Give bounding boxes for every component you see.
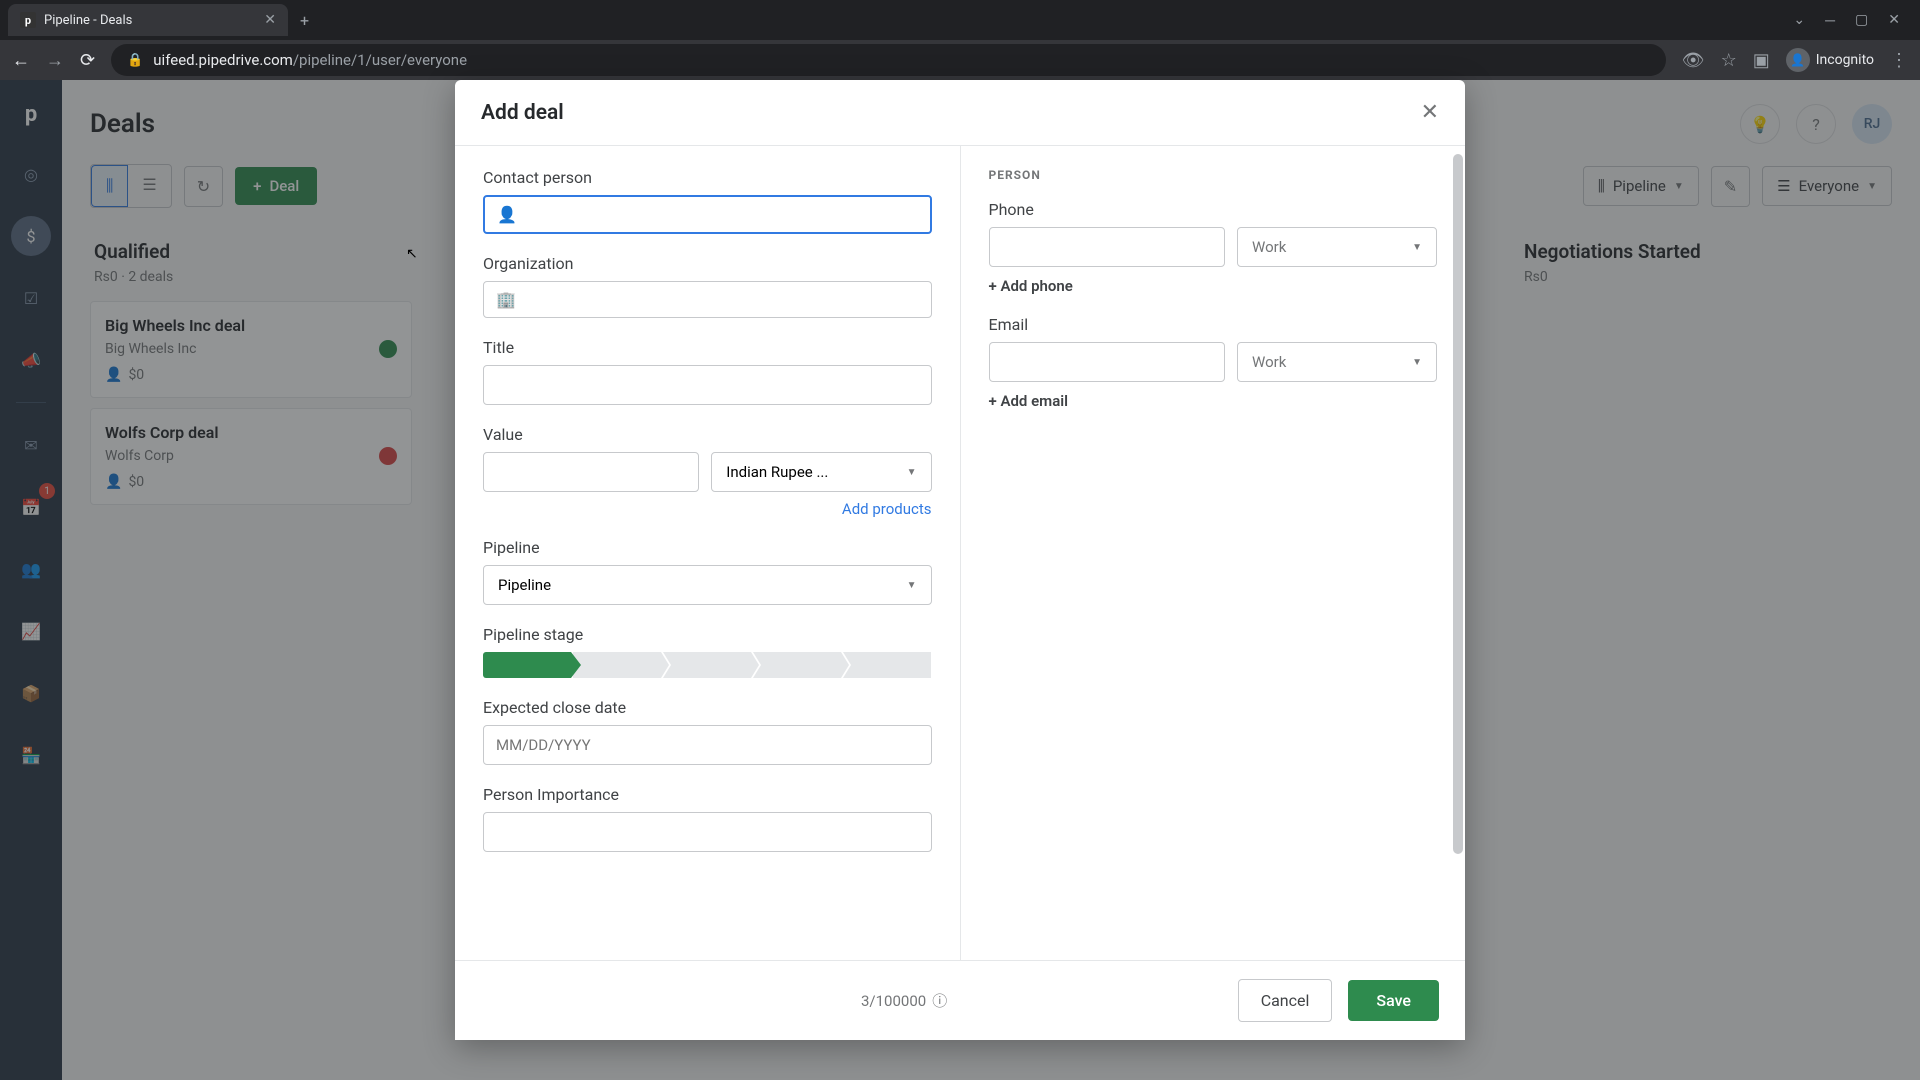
- lock-icon: 🔒: [127, 53, 143, 68]
- form-group-contact: Contact person 👤: [483, 168, 932, 234]
- modal-footer: 3/100000 ⓘ Cancel Save: [455, 960, 1465, 1040]
- email-type-label: Work: [1252, 353, 1286, 371]
- stage-segment-3[interactable]: [663, 652, 751, 678]
- email-input[interactable]: [989, 342, 1226, 382]
- form-group-org: Organization 🏢: [483, 254, 932, 318]
- chevron-down-icon: ▼: [907, 467, 917, 478]
- modal-left-column: Contact person 👤 Organization 🏢 Title: [455, 146, 961, 960]
- menu-icon[interactable]: ⋮: [1890, 50, 1908, 71]
- chevron-down-icon: ▼: [1412, 242, 1422, 253]
- tab-close-icon[interactable]: ✕: [264, 12, 276, 28]
- form-group-phone: Phone Work ▼ + Add phone: [989, 200, 1438, 295]
- contact-person-label: Contact person: [483, 168, 932, 187]
- deal-counter: 3/100000 ⓘ: [861, 990, 947, 1011]
- tab-title: Pipeline - Deals: [44, 13, 132, 28]
- form-group-title: Title: [483, 338, 932, 405]
- close-window-icon[interactable]: ✕: [1888, 12, 1900, 29]
- form-group-value: Value Indian Rupee ... ▼ Add products: [483, 425, 932, 518]
- incognito-label: Incognito: [1816, 52, 1874, 68]
- cancel-button[interactable]: Cancel: [1238, 979, 1333, 1022]
- person-icon: 👤: [497, 205, 517, 224]
- organization-input-wrap[interactable]: 🏢: [483, 281, 932, 318]
- incognito-icon: 👤: [1786, 48, 1810, 72]
- currency-label: Indian Rupee ...: [726, 463, 828, 481]
- extensions-icon[interactable]: ▣: [1753, 50, 1770, 71]
- chevron-down-icon: ▼: [907, 580, 917, 591]
- form-group-importance: Person Importance: [483, 785, 932, 852]
- modal-overlay[interactable]: Add deal ✕ Contact person 👤 Organization…: [0, 80, 1920, 1080]
- modal-scrollbar[interactable]: [1453, 154, 1463, 854]
- contact-person-input-wrap[interactable]: 👤: [483, 195, 932, 234]
- favicon: p: [20, 12, 36, 28]
- person-section-label: PERSON: [989, 168, 1438, 182]
- title-input[interactable]: [483, 365, 932, 405]
- value-row: Indian Rupee ... ▼: [483, 452, 932, 492]
- bookmark-icon[interactable]: ☆: [1721, 50, 1737, 71]
- expected-close-label: Expected close date: [483, 698, 932, 717]
- currency-select[interactable]: Indian Rupee ... ▼: [711, 452, 931, 492]
- modal-close-icon[interactable]: ✕: [1421, 100, 1439, 125]
- back-button[interactable]: ←: [12, 50, 30, 71]
- form-group-close-date: Expected close date: [483, 698, 932, 765]
- building-icon: 🏢: [496, 290, 516, 309]
- person-importance-label: Person Importance: [483, 785, 932, 804]
- title-label: Title: [483, 338, 932, 357]
- add-email-link[interactable]: + Add email: [989, 392, 1438, 410]
- modal-title: Add deal: [481, 101, 564, 125]
- organization-input[interactable]: [524, 291, 919, 309]
- window-controls: ⌄ ─ ▢ ✕: [1793, 12, 1912, 29]
- email-type-select[interactable]: Work ▼: [1237, 342, 1437, 382]
- incognito-badge[interactable]: 👤 Incognito: [1786, 48, 1874, 72]
- nav-right: 👁 ☆ ▣ 👤 Incognito ⋮: [1682, 48, 1908, 72]
- pipeline-stage-bar[interactable]: [483, 652, 932, 678]
- maximize-icon[interactable]: ▢: [1855, 12, 1868, 29]
- eye-icon[interactable]: 👁: [1682, 50, 1705, 71]
- nav-bar: ← → ⟳ 🔒 uifeed.pipedrive.com/pipeline/1/…: [0, 40, 1920, 80]
- add-products-link[interactable]: Add products: [483, 500, 932, 518]
- tab-search-icon[interactable]: ⌄: [1793, 12, 1805, 29]
- stage-segment-4[interactable]: [753, 652, 841, 678]
- close-date-input[interactable]: [483, 725, 932, 765]
- url-host: uifeed.pipedrive.com/pipeline/1/user/eve…: [153, 51, 467, 69]
- pipeline-select[interactable]: Pipeline ▼: [483, 565, 932, 605]
- add-deal-modal: Add deal ✕ Contact person 👤 Organization…: [455, 80, 1465, 1040]
- reload-button[interactable]: ⟳: [80, 50, 95, 71]
- stage-segment-2[interactable]: [573, 652, 661, 678]
- new-tab-button[interactable]: +: [292, 3, 317, 38]
- forward-button[interactable]: →: [46, 50, 64, 71]
- browser-chrome: p Pipeline - Deals ✕ + ⌄ ─ ▢ ✕ ← → ⟳ 🔒 u…: [0, 0, 1920, 80]
- phone-type-select[interactable]: Work ▼: [1237, 227, 1437, 267]
- chevron-down-icon: ▼: [1412, 357, 1422, 368]
- value-label: Value: [483, 425, 932, 444]
- pipeline-stage-label: Pipeline stage: [483, 625, 932, 644]
- browser-tab[interactable]: p Pipeline - Deals ✕: [8, 4, 288, 36]
- form-group-pipeline: Pipeline Pipeline ▼: [483, 538, 932, 605]
- modal-header: Add deal ✕: [455, 80, 1465, 146]
- email-label: Email: [989, 315, 1438, 334]
- save-button[interactable]: Save: [1348, 980, 1439, 1021]
- address-bar[interactable]: 🔒 uifeed.pipedrive.com/pipeline/1/user/e…: [111, 44, 1666, 76]
- minimize-icon[interactable]: ─: [1825, 12, 1835, 29]
- stage-segment-5[interactable]: [843, 652, 931, 678]
- contact-person-input[interactable]: [525, 206, 918, 224]
- add-phone-link[interactable]: + Add phone: [989, 277, 1438, 295]
- phone-input[interactable]: [989, 227, 1226, 267]
- stage-segment-1[interactable]: [483, 652, 571, 678]
- modal-body: Contact person 👤 Organization 🏢 Title: [455, 146, 1465, 960]
- phone-row: Work ▼: [989, 227, 1438, 267]
- tab-bar: p Pipeline - Deals ✕ + ⌄ ─ ▢ ✕: [0, 0, 1920, 40]
- phone-label: Phone: [989, 200, 1438, 219]
- email-row: Work ▼: [989, 342, 1438, 382]
- modal-right-column: PERSON Phone Work ▼ + Add phone Email: [961, 146, 1466, 960]
- pipeline-value: Pipeline: [498, 576, 551, 594]
- person-importance-input[interactable]: [483, 812, 932, 852]
- value-input[interactable]: [483, 452, 699, 492]
- phone-type-label: Work: [1252, 238, 1286, 256]
- counter-text: 3/100000: [861, 992, 926, 1010]
- form-group-stage: Pipeline stage: [483, 625, 932, 678]
- pipeline-label: Pipeline: [483, 538, 932, 557]
- form-group-email: Email Work ▼ + Add email: [989, 315, 1438, 410]
- organization-label: Organization: [483, 254, 932, 273]
- info-icon[interactable]: ⓘ: [932, 990, 947, 1011]
